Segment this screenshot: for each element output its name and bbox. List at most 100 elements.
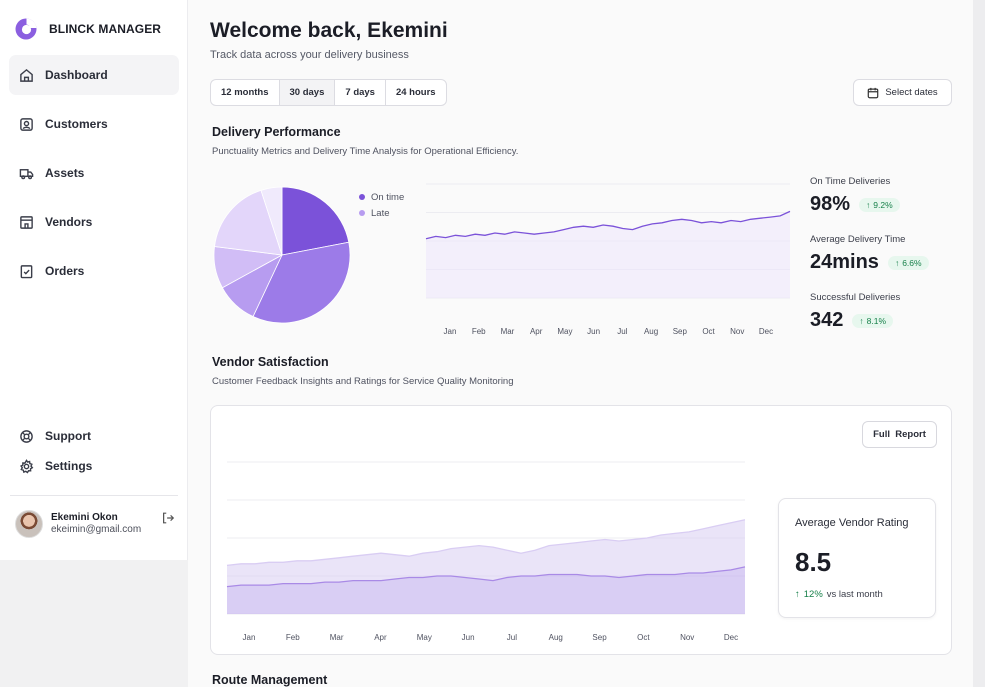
x-tick-label: Feb [472, 327, 486, 336]
sidebar-item-label: Dashboard [45, 68, 108, 82]
route-title: Route Management [212, 673, 328, 687]
stat-value: 342 [810, 309, 844, 331]
x-tick-label: Feb [286, 633, 300, 642]
main-content: Welcome back, Ekemini Track data across … [188, 0, 973, 687]
x-tick-label: Jul [507, 633, 517, 642]
sidebar-item-settings[interactable]: Settings [9, 451, 179, 481]
sidebar-item-label: Vendors [45, 215, 93, 229]
x-tick-label: Sep [592, 633, 607, 642]
legend-item-on-time: On time [359, 189, 404, 205]
stat-label: On Time Deliveries [810, 176, 891, 187]
sidebar-item-assets[interactable]: Assets [9, 153, 179, 193]
brand[interactable]: BLINCK MANAGER [14, 17, 161, 41]
delivery-line-chart: Jan Feb Mar Apr May Jun Jul Aug Sep Oct Nov Dec [425, 183, 791, 336]
x-tick-label: Jan [444, 327, 457, 336]
page-title: Welcome back, Ekemini [210, 19, 448, 42]
stat-change-badge: ↑ 6.6% [887, 255, 929, 270]
stat-label: Successful Deliveries [810, 292, 901, 303]
x-tick-label: Mar [330, 633, 344, 642]
rating-suffix: vs last month [826, 589, 883, 600]
x-tick-label: May [417, 633, 432, 642]
sidebar-item-label: Settings [45, 459, 93, 473]
legend-label: On time [371, 191, 405, 203]
full-report-button[interactable]: Full Report [862, 421, 937, 448]
x-tick-label: Jul [617, 327, 627, 336]
rating-trend: ↑ 12% vs last month [795, 589, 883, 600]
stat-change: 8.1% [866, 315, 886, 326]
range-selector: 12 months 30 days 7 days 24 hours [210, 79, 447, 106]
stat-avg-time: Average Delivery Time 24mins ↑ 6.6% [810, 234, 960, 292]
sidebar-item-orders[interactable]: Orders [9, 251, 179, 291]
user-profile[interactable]: Ekemini Okon ekeimin@gmail.com [15, 510, 175, 538]
x-tick-label: Sep [673, 327, 688, 336]
home-icon [20, 68, 33, 82]
user-email: ekeimin@gmail.com [51, 524, 142, 535]
sidebar-item-customers[interactable]: Customers [9, 104, 179, 144]
stat-change-badge: ↑ 8.1% [852, 313, 893, 328]
select-dates-label: Select dates [885, 87, 938, 98]
vendor-subtitle: Customer Feedback Insights and Ratings f… [212, 376, 514, 387]
sidebar-item-label: Assets [45, 166, 85, 180]
user-name: Ekemini Okon [51, 511, 118, 523]
scrollbar[interactable] [973, 0, 985, 687]
lifebuoy-icon [20, 429, 33, 443]
x-tick-label: Aug [549, 633, 563, 642]
x-tick-label: Apr [374, 633, 387, 642]
vendor-rating-card: Average Vendor Rating 8.5 ↑ 12% vs last … [778, 498, 936, 618]
page-subtitle: Track data across your delivery business [210, 49, 409, 61]
x-tick-label: Nov [730, 327, 744, 336]
brand-logo-icon [15, 18, 37, 40]
truck-icon [19, 168, 34, 179]
x-tick-label: Jun [462, 633, 475, 642]
sidebar-item-support[interactable]: Support [9, 421, 179, 451]
rating-value: 8.5 [795, 547, 832, 577]
select-dates-button[interactable]: Select dates [853, 79, 952, 106]
x-tick-label: Dec [759, 327, 773, 336]
x-tick-label: Oct [637, 633, 650, 642]
vendor-title: Vendor Satisfaction [212, 355, 329, 369]
sidebar: BLINCK MANAGER Dashboard Customers Asset… [0, 0, 188, 560]
delivery-title: Delivery Performance [212, 125, 341, 139]
range-30-days[interactable]: 30 days [279, 80, 336, 105]
x-tick-label: Aug [644, 327, 658, 336]
stat-successful: Successful Deliveries 342 ↑ 8.1% [810, 292, 960, 350]
legend-item-late: Late [359, 205, 404, 221]
x-tick-label: Dec [724, 633, 738, 642]
vendor-area-chart: Jan Feb Mar Apr May Jun Jul Aug Sep Oct Nov Dec [226, 461, 746, 642]
sidebar-bottom-nav: Support Settings [9, 421, 179, 481]
x-tick-label: Mar [501, 327, 515, 336]
range-24-hours[interactable]: 24 hours [386, 80, 446, 105]
legend-dot [359, 194, 365, 200]
legend-label: Late [371, 207, 390, 219]
stat-change: 6.6% [902, 257, 922, 268]
user-icon [20, 117, 33, 131]
rating-change: 12% [803, 589, 823, 600]
sidebar-nav: Dashboard Customers Assets Vendors Order… [9, 55, 179, 300]
rating-label: Average Vendor Rating [795, 517, 909, 529]
sidebar-item-label: Orders [45, 264, 85, 278]
stat-change-badge: ↑ 9.2% [859, 197, 900, 212]
range-12-months[interactable]: 12 months [211, 80, 280, 105]
sidebar-item-label: Support [45, 429, 91, 443]
store-icon [20, 215, 33, 229]
calendar-icon [868, 87, 879, 98]
vendor-card: Full Report Jan Feb Mar Apr May Jun Jul Aug Sep O… [210, 405, 952, 655]
x-tick-label: Oct [702, 327, 715, 336]
brand-name: BLINCK MANAGER [49, 22, 162, 36]
stat-value: 24mins [810, 251, 879, 273]
sidebar-divider [10, 495, 178, 496]
delivery-subtitle: Punctuality Metrics and Delivery Time An… [212, 146, 519, 157]
x-tick-label: Apr [530, 327, 543, 336]
x-tick-label: Jun [587, 327, 600, 336]
sidebar-item-dashboard[interactable]: Dashboard [9, 55, 179, 95]
sidebar-item-label: Customers [45, 117, 108, 131]
x-tick-label: Jan [243, 633, 256, 642]
legend-dot [359, 210, 365, 216]
x-tick-label: Nov [680, 633, 694, 642]
delivery-stats: On Time Deliveries 98% ↑ 9.2% Average De… [810, 176, 960, 350]
range-7-days[interactable]: 7 days [335, 80, 386, 105]
stat-on-time: On Time Deliveries 98% ↑ 9.2% [810, 176, 960, 234]
stat-change: 9.2% [873, 199, 893, 210]
sidebar-item-vendors[interactable]: Vendors [9, 202, 179, 242]
logout-icon[interactable] [161, 511, 175, 525]
